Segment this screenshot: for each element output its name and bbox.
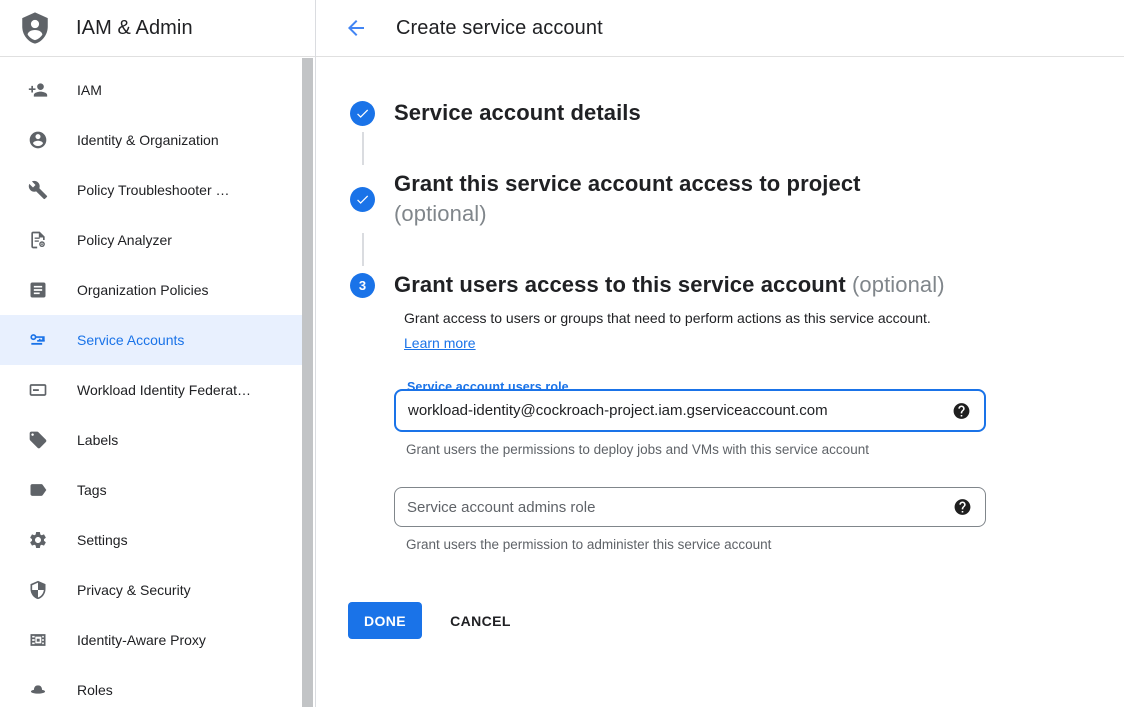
sidebar-item-policy-analyzer[interactable]: Policy Analyzer [0, 215, 315, 265]
wizard-step-2[interactable]: Grant this service account access to pro… [350, 169, 1124, 229]
shield-icon [28, 580, 48, 600]
page-title: Create service account [396, 17, 603, 40]
main-panel: Create service account Service account d… [316, 0, 1124, 707]
sidebar-item-labels[interactable]: Labels [0, 415, 315, 465]
sidebar-scrollbar-thumb[interactable] [302, 58, 313, 707]
step-1-completed-check-icon [350, 101, 375, 126]
sidebar-item-label: Organization Policies [77, 282, 209, 298]
app-window: IAM & Admin IAM Identity & Organization … [0, 0, 1124, 707]
sidebar-scrollbar[interactable] [302, 58, 313, 707]
step-2-title: Grant this service account access to pro… [394, 169, 861, 229]
sidebar-item-label: Settings [77, 532, 128, 548]
users-role-help-icon[interactable] [952, 401, 971, 420]
sidebar-item-label: Identity-Aware Proxy [77, 632, 206, 648]
step-3-description-text: Grant access to users or groups that nee… [404, 310, 931, 326]
sidebar: IAM & Admin IAM Identity & Organization … [0, 0, 316, 707]
wizard-actions: DONE CANCEL [348, 602, 1124, 639]
sidebar-item-identity-organization[interactable]: Identity & Organization [0, 115, 315, 165]
step-1-title: Service account details [394, 98, 641, 128]
done-button[interactable]: DONE [348, 602, 422, 639]
proxy-icon [28, 630, 48, 650]
sidebar-item-label: IAM [77, 82, 102, 98]
admins-role-help-icon[interactable] [953, 498, 972, 517]
step-3-title-text: Grant users access to this service accou… [394, 272, 846, 297]
service-account-users-role-field: Service account users role Grant users t… [394, 389, 986, 457]
step-3-number-badge: 3 [350, 273, 375, 298]
sidebar-item-identity-aware-proxy[interactable]: Identity-Aware Proxy [0, 615, 315, 665]
tag-icon [28, 430, 48, 450]
users-role-input-box [394, 389, 986, 432]
hat-icon [28, 680, 48, 700]
back-button[interactable] [344, 16, 368, 40]
sidebar-item-service-accounts[interactable]: Service Accounts [0, 315, 303, 365]
sidebar-item-label: Workload Identity Federat… [77, 382, 251, 398]
account-circle-icon [28, 130, 48, 150]
step-2-title-text: Grant this service account access to pro… [394, 171, 861, 196]
step-2-completed-check-icon [350, 187, 375, 212]
article-icon [28, 280, 48, 300]
label-arrow-icon [28, 480, 48, 500]
users-role-helper-text: Grant users the permissions to deploy jo… [406, 442, 986, 457]
sidebar-item-label: Privacy & Security [77, 582, 191, 598]
sidebar-item-settings[interactable]: Settings [0, 515, 315, 565]
sidebar-item-label: Tags [77, 482, 107, 498]
sidebar-item-iam[interactable]: IAM [0, 65, 315, 115]
sidebar-item-label: Roles [77, 682, 113, 698]
wizard-step-1[interactable]: Service account details [350, 98, 1124, 128]
page-header: Create service account [316, 0, 1124, 57]
step-3-body: Grant access to users or groups that nee… [394, 300, 1124, 639]
cancel-button[interactable]: CANCEL [450, 613, 511, 629]
sidebar-item-label: Service Accounts [77, 332, 184, 348]
step-3-title: Grant users access to this service accou… [394, 270, 945, 300]
step-connector [362, 233, 364, 266]
app-title: IAM & Admin [76, 17, 193, 40]
step-3-optional-label: (optional) [852, 272, 945, 297]
sidebar-item-policy-troubleshooter[interactable]: Policy Troubleshooter … [0, 165, 315, 215]
sidebar-item-label: Policy Troubleshooter … [77, 182, 230, 198]
create-service-account-wizard: Service account details Grant this servi… [316, 57, 1124, 639]
gear-icon [28, 530, 48, 550]
step-connector [362, 132, 364, 165]
wizard-step-3[interactable]: 3 Grant users access to this service acc… [350, 270, 1124, 300]
person-add-icon [28, 80, 48, 100]
wrench-icon [28, 180, 48, 200]
step-2-optional-label: (optional) [394, 199, 861, 229]
sidebar-item-organization-policies[interactable]: Organization Policies [0, 265, 315, 315]
admins-role-input[interactable] [407, 499, 939, 516]
sidebar-nav: IAM Identity & Organization Policy Troub… [0, 57, 315, 715]
document-gear-icon [28, 230, 48, 250]
sidebar-item-roles[interactable]: Roles [0, 665, 315, 715]
admins-role-helper-text: Grant users the permission to administer… [406, 537, 986, 552]
card-icon [28, 380, 48, 400]
step-3-description: Grant access to users or groups that nee… [394, 306, 942, 356]
service-account-key-icon [28, 330, 48, 350]
sidebar-item-tags[interactable]: Tags [0, 465, 315, 515]
learn-more-link[interactable]: Learn more [404, 335, 476, 351]
users-role-input[interactable] [408, 402, 938, 419]
sidebar-item-label: Labels [77, 432, 118, 448]
sidebar-header: IAM & Admin [0, 0, 315, 57]
service-account-admins-role-field: Grant users the permission to administer… [394, 487, 986, 552]
sidebar-item-workload-identity-federation[interactable]: Workload Identity Federat… [0, 365, 315, 415]
sidebar-item-label: Policy Analyzer [77, 232, 172, 248]
arrow-back-icon [344, 16, 368, 40]
admins-role-input-box [394, 487, 986, 527]
sidebar-item-label: Identity & Organization [77, 132, 219, 148]
sidebar-item-privacy-security[interactable]: Privacy & Security [0, 565, 315, 615]
iam-shield-logo-icon [18, 10, 52, 46]
